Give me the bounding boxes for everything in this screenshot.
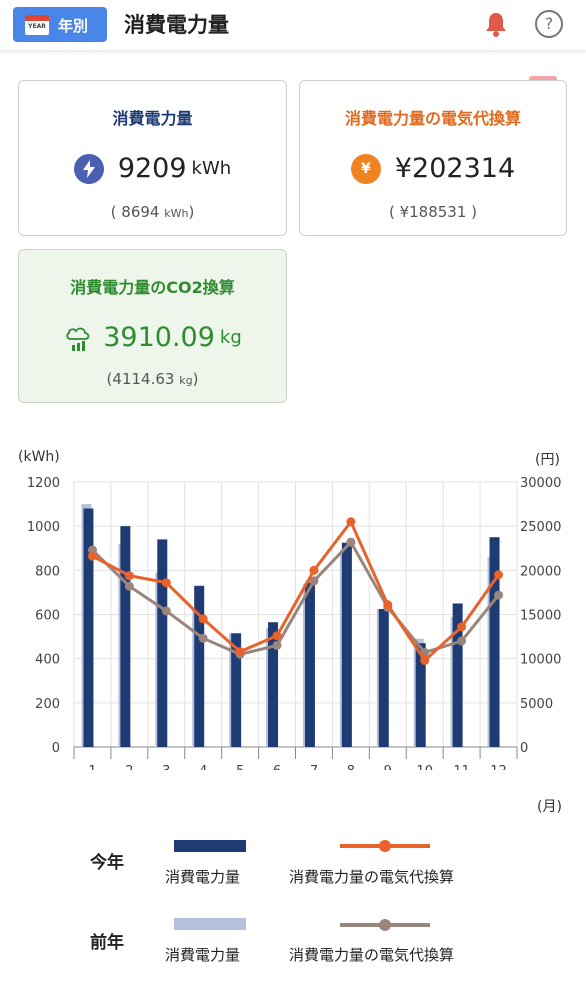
co2-card: 消費電力量のCO2換算 3910.09 kg (4114.63 kg) — [18, 249, 287, 403]
yen-icon: ¥ — [350, 153, 381, 184]
bell-icon[interactable] — [482, 10, 510, 38]
cost-title: 消費電力量の電気代換算 — [344, 109, 521, 128]
cost-previous: ( ¥188531 ) — [388, 203, 478, 221]
cost-value: ¥202314 — [394, 153, 516, 184]
x-tick-label: 3 — [162, 764, 170, 770]
right-axis-unit: (円) — [535, 452, 560, 468]
bar-this-year — [378, 608, 389, 747]
year-mode-button[interactable]: YEAR 年別 — [13, 7, 107, 42]
co2-value: 3910.09 — [103, 322, 215, 353]
x-tick-label: 1 — [88, 764, 96, 770]
bar-this-year — [120, 526, 131, 747]
cost-point-last-year — [161, 606, 171, 616]
x-tick-label: 8 — [347, 764, 355, 770]
cost-point-this-year — [198, 614, 208, 624]
bar-this-year — [489, 537, 500, 747]
legend-bar-label-last-year: 消費電力量 — [165, 946, 241, 964]
right-tick-label: 20000 — [520, 564, 561, 579]
left-tick-label: 200 — [35, 697, 60, 712]
cost-point-this-year — [161, 578, 171, 588]
x-tick-label: 6 — [273, 764, 281, 770]
co2-previous: (4114.63 kg) — [106, 370, 199, 388]
cost-point-this-year — [309, 565, 319, 575]
cost-point-last-year — [198, 633, 208, 643]
calendar-icon: YEAR — [25, 15, 49, 35]
x-tick-label: 4 — [199, 764, 207, 770]
left-tick-label: 0 — [52, 741, 60, 756]
cost-point-last-year — [124, 581, 134, 591]
right-tick-label: 30000 — [520, 476, 561, 491]
x-tick-label: 11 — [453, 764, 470, 770]
legend-line-label-last-year: 消費電力量の電気代換算 — [289, 946, 455, 964]
x-tick-label: 9 — [384, 764, 392, 770]
usage-chart: 0 200 400 600 800 1000 1200 0 5000 10000 15000 2000… — [27, 476, 561, 770]
right-tick-label: 0 — [520, 741, 528, 756]
legend-line-last-year — [340, 919, 430, 931]
cost-point-this-year — [420, 655, 430, 665]
cost-card: 消費電力量の電気代換算 ¥ ¥202314 ( ¥188531 ) — [299, 80, 567, 236]
co2-cloud-icon — [66, 327, 90, 351]
cost-point-last-year — [494, 590, 504, 600]
page-title: 消費電力量 — [124, 13, 229, 37]
co2-unit: kg — [219, 327, 242, 348]
x-tick-label: 5 — [236, 764, 244, 770]
left-tick-label: 1000 — [27, 520, 60, 535]
right-tick-label: 5000 — [520, 697, 553, 712]
bar-this-year — [83, 508, 94, 747]
legend-line-this-year — [340, 840, 430, 852]
cost-point-this-year — [124, 571, 134, 581]
year-mode-label: 年別 — [58, 17, 89, 35]
left-tick-label: 1200 — [27, 476, 60, 491]
left-tick-label: 400 — [35, 653, 60, 668]
co2-title: 消費電力量のCO2換算 — [70, 278, 235, 297]
legend-bar-last-year — [174, 918, 246, 930]
legend-this-year: 今年 — [90, 853, 124, 873]
cost-point-this-year — [494, 570, 504, 580]
cost-point-this-year — [346, 517, 356, 527]
power-usage-title: 消費電力量 — [112, 109, 193, 128]
right-tick-label: 10000 — [520, 653, 561, 668]
x-axis-unit: (月) — [537, 799, 562, 815]
x-tick-label: 12 — [490, 764, 507, 770]
cost-point-this-year — [87, 551, 97, 561]
cost-point-this-year — [235, 647, 245, 657]
right-tick-label: 15000 — [520, 609, 561, 624]
cost-point-this-year — [272, 631, 282, 641]
cost-point-last-year — [346, 537, 356, 547]
bar-this-year — [304, 582, 315, 747]
cost-point-last-year — [457, 636, 467, 646]
legend-bar-label-this-year: 消費電力量 — [165, 868, 241, 886]
bar-this-year — [157, 539, 168, 747]
power-usage-unit: kWh — [191, 158, 232, 179]
legend-last-year: 前年 — [90, 933, 124, 953]
left-axis-unit: (kWh) — [18, 449, 60, 465]
x-tick-label: 7 — [310, 764, 318, 770]
cost-point-this-year — [457, 622, 467, 632]
left-tick-label: 800 — [35, 564, 60, 579]
cost-point-last-year — [272, 640, 282, 650]
power-usage-value: 9209 — [117, 153, 187, 184]
app-header: YEAR 年別 消費電力量 ? — [0, 0, 586, 50]
help-icon[interactable]: ? — [535, 10, 563, 38]
x-tick-label: 2 — [125, 764, 133, 770]
power-usage-previous: ( 8694 kWh) — [110, 203, 195, 221]
lightning-icon — [73, 153, 104, 184]
bar-this-year — [341, 542, 352, 747]
right-tick-label: 25000 — [520, 520, 561, 535]
power-usage-card: 消費電力量 9209 kWh ( 8694 kWh) — [18, 80, 287, 236]
cost-point-this-year — [383, 600, 393, 610]
left-tick-label: 600 — [35, 609, 60, 624]
x-tick-label: 10 — [416, 764, 433, 770]
legend-line-label-this-year: 消費電力量の電気代換算 — [289, 868, 455, 886]
legend-bar-this-year — [174, 840, 246, 852]
